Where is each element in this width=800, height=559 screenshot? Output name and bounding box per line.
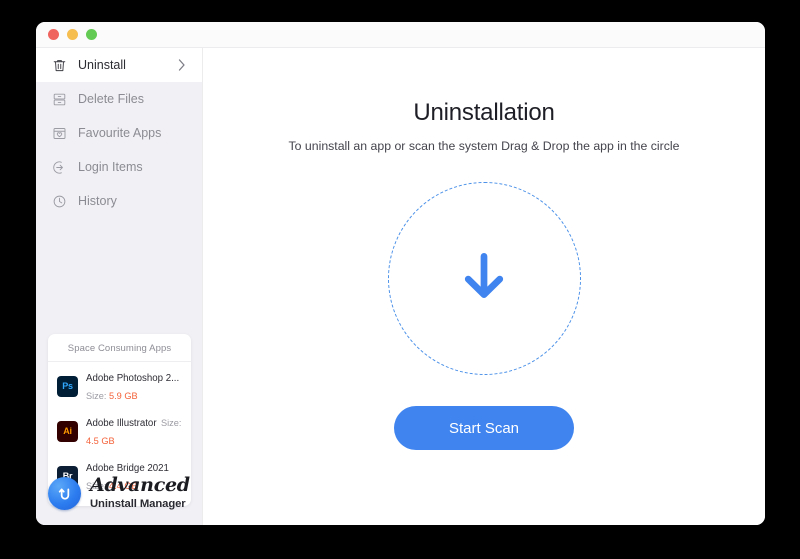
traffic-lights: [48, 29, 97, 40]
window-body: Uninstall Delete Files Favourite Apps Lo…: [36, 48, 765, 525]
page-subtitle: To uninstall an app or scan the system D…: [288, 139, 680, 153]
sidebar-item-uninstall[interactable]: Uninstall: [36, 48, 202, 82]
size-label: Size:: [86, 391, 107, 401]
sidebar-item-favourite-apps[interactable]: Favourite Apps: [36, 116, 202, 150]
sidebar-item-label: Uninstall: [78, 58, 126, 72]
download-arrow-icon: [453, 245, 515, 312]
start-scan-button[interactable]: Start Scan: [394, 406, 574, 450]
title-bar: [36, 22, 765, 48]
sidebar-item-history[interactable]: History: [36, 184, 202, 218]
sidebar: Uninstall Delete Files Favourite Apps Lo…: [36, 48, 203, 525]
photoshop-icon: Ps: [57, 375, 78, 397]
size-label: Size:: [161, 418, 182, 428]
sidebar-item-label: Delete Files: [78, 92, 144, 106]
app-name: Adobe Illustrator: [86, 418, 157, 429]
file-drawer-icon: [51, 91, 67, 107]
clock-icon: [51, 193, 67, 209]
trash-icon: [51, 57, 67, 73]
sidebar-item-label: Favourite Apps: [78, 126, 162, 140]
drop-zone[interactable]: [387, 182, 581, 375]
card-title: Space Consuming Apps: [48, 334, 191, 362]
chevron-right-icon: [178, 59, 186, 71]
window-heart-icon: [51, 125, 67, 141]
sidebar-nav: Uninstall Delete Files Favourite Apps Lo…: [36, 48, 202, 218]
brand-name-secondary: Uninstall Manager: [90, 498, 186, 510]
size-value: 4.5 GB: [86, 436, 115, 446]
sidebar-item-login-items[interactable]: Login Items: [36, 150, 202, 184]
illustrator-icon: Ai: [57, 420, 78, 442]
brand-name-primary: Advanced: [90, 474, 190, 496]
brand-logo: Advanced Uninstall Manager: [48, 476, 202, 511]
u-mark-icon: [48, 477, 81, 510]
list-item[interactable]: Ps Adobe Photoshop 2... Size: 5.9 GB: [48, 362, 191, 407]
app-size: Size: 5.9 GB: [86, 391, 138, 401]
app-name: Adobe Bridge 2021: [86, 463, 169, 474]
login-arrow-icon: [51, 159, 67, 175]
sidebar-item-label: Login Items: [78, 160, 143, 174]
app-name: Adobe Photoshop 2...: [86, 373, 180, 384]
size-value: 5.9 GB: [109, 391, 138, 401]
sidebar-item-label: History: [78, 194, 117, 208]
close-button[interactable]: [48, 29, 59, 40]
list-item[interactable]: Ai Adobe Illustrator Size: 4.5 GB: [48, 407, 191, 452]
page-title: Uninstallation: [413, 99, 555, 126]
minimize-button[interactable]: [67, 29, 78, 40]
main-content: Uninstallation To uninstall an app or sc…: [203, 48, 765, 525]
sidebar-item-delete-files[interactable]: Delete Files: [36, 82, 202, 116]
zoom-button[interactable]: [86, 29, 97, 40]
app-window: Uninstall Delete Files Favourite Apps Lo…: [36, 22, 765, 525]
